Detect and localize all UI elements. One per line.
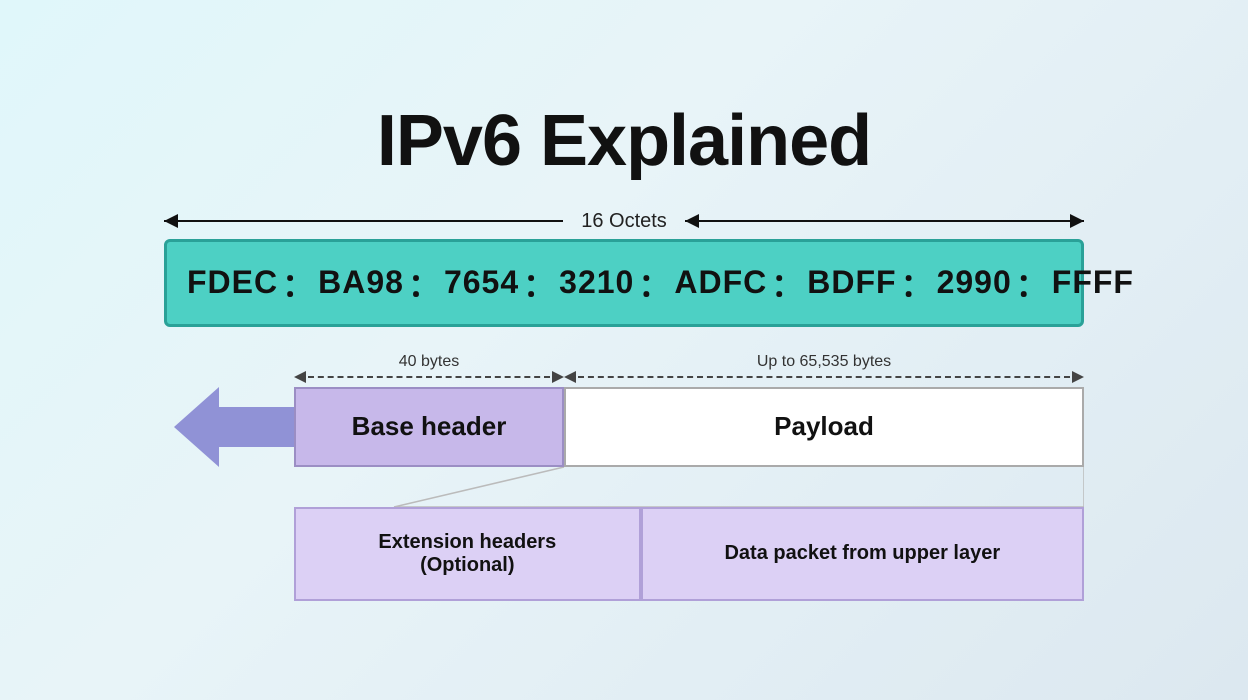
data-packet-label: Data packet from upper layer [724, 542, 1000, 565]
ipv6-seg-2: BA98 [318, 264, 404, 301]
expansion-section: Extension headers(Optional) Data packet … [164, 467, 1084, 601]
page-title: IPv6 Explained [377, 100, 871, 182]
main-container: IPv6 Explained 16 Octets FDEC ： BA98 ： 7… [74, 100, 1174, 601]
ipv6-seg-4: 3210 [559, 264, 634, 301]
sep-6: ： [901, 260, 933, 306]
bytes-40-label: 40 bytes [294, 353, 564, 371]
base-header-label: Base header [352, 411, 507, 442]
payload-section: 40 bytes Up to 65,535 bytes [164, 353, 1084, 467]
sep-4: ： [638, 260, 670, 306]
sep-3: ： [523, 260, 555, 306]
dashed-line-40 [308, 376, 550, 378]
extension-headers-label: Extension headers(Optional) [378, 531, 556, 577]
dashed-line-65 [578, 376, 1070, 378]
dashed-arrow-65 [564, 371, 1084, 383]
boxes-row: Base header Payload [164, 387, 1084, 467]
ipv6-seg-5: ADFC [674, 264, 767, 301]
data-packet-box: Data packet from upper layer [641, 507, 1084, 601]
bytes-65-label: Up to 65,535 bytes [564, 353, 1084, 371]
ipv6-seg-1: FDEC [187, 264, 278, 301]
arrow-right-head-40 [552, 371, 564, 383]
octets-arrow-left [164, 220, 563, 222]
ipv6-seg-8: FFFF [1052, 264, 1134, 301]
ipv6-seg-7: 2990 [937, 264, 1012, 301]
arrow-left-head-40 [294, 371, 306, 383]
sep-5: ： [771, 260, 803, 306]
expansion-svg [294, 467, 1084, 507]
ipv6-address-bar: FDEC ： BA98 ： 7654 ： 3210 ： ADFC ： BDFF … [164, 239, 1084, 327]
ipv6-seg-6: BDFF [807, 264, 896, 301]
sep-2: ： [408, 260, 440, 306]
dashed-arrow-40 [294, 371, 564, 383]
payload-box: Payload [564, 387, 1084, 467]
octets-arrow-row: 16 Octets [164, 210, 1084, 233]
ipv6-seg-3: 7654 [444, 264, 519, 301]
octets-section: 16 Octets FDEC ： BA98 ： 7654 ： 3210 ： AD… [74, 210, 1174, 327]
sep-1: ： [282, 260, 314, 306]
expansion-lines [294, 467, 1084, 507]
base-header-box: Base header [294, 387, 564, 467]
sub-boxes-row: Extension headers(Optional) Data packet … [294, 507, 1084, 601]
arrow-left-head-65 [564, 371, 576, 383]
octets-label: 16 Octets [563, 210, 685, 233]
payload-label: Payload [774, 411, 874, 442]
octets-arrow-right [685, 220, 1084, 222]
big-left-arrow-icon [174, 387, 294, 467]
arrow-right-head-65 [1072, 371, 1084, 383]
big-arrow-container [164, 387, 294, 467]
dashed-arrows-row [164, 371, 1084, 383]
bytes-labels-row: 40 bytes Up to 65,535 bytes [164, 353, 1084, 371]
extension-headers-box: Extension headers(Optional) [294, 507, 641, 601]
sep-7: ： [1016, 260, 1048, 306]
